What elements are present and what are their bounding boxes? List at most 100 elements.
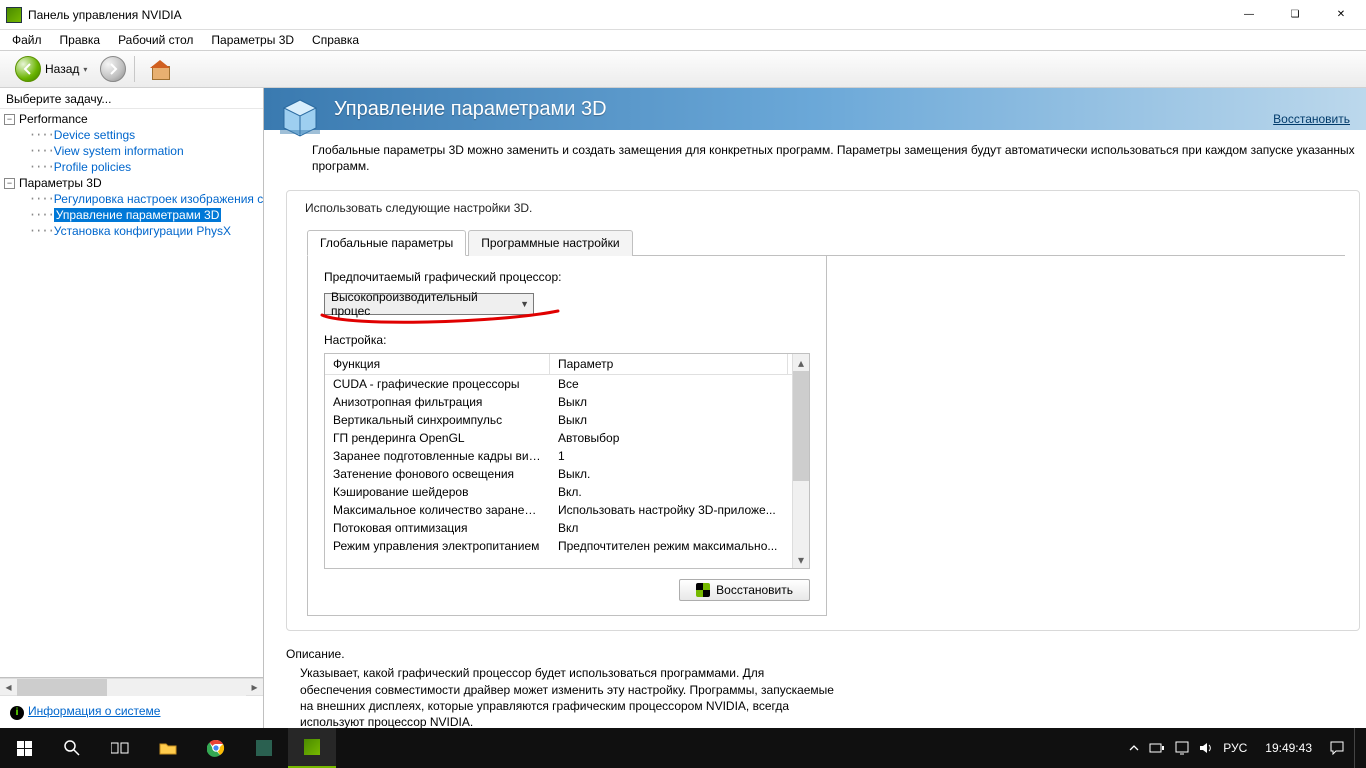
cell-function: Затенение фонового освещения	[325, 465, 550, 483]
scroll-up-icon[interactable]: ▴	[793, 354, 809, 371]
cell-parameter: Все	[550, 375, 788, 393]
nvidia-icon	[304, 739, 320, 755]
tab-global[interactable]: Глобальные параметры	[307, 230, 466, 256]
home-icon	[150, 60, 170, 78]
scroll-down-icon[interactable]: ▾	[793, 551, 809, 568]
taskview-icon	[111, 741, 129, 755]
settings-table: Функция Параметр CUDA - графические проц…	[324, 353, 810, 569]
close-button[interactable]: ✕	[1318, 0, 1364, 30]
table-row[interactable]: Кэширование шейдеровВкл.	[325, 483, 792, 501]
restore-defaults-link[interactable]: Восстановить	[1273, 112, 1350, 126]
back-label: Назад	[45, 62, 79, 76]
nav-tree[interactable]: − Performance ····Device settings ····Vi…	[0, 108, 263, 678]
settings-list-label: Настройка:	[324, 333, 810, 347]
task-label: Выберите задачу...	[0, 88, 263, 108]
tray-action-center[interactable]	[1330, 741, 1344, 755]
table-row[interactable]: Вертикальный синхроимпульсВыкл	[325, 411, 792, 429]
table-row[interactable]: CUDA - графические процессорыВсе	[325, 375, 792, 393]
tab-program[interactable]: Программные настройки	[468, 230, 632, 256]
scroll-thumb[interactable]	[793, 371, 809, 481]
maximize-button[interactable]: ❏	[1272, 0, 1318, 30]
tree-cat-performance[interactable]: − Performance	[2, 111, 263, 127]
col-parameter[interactable]: Параметр	[550, 354, 788, 374]
folder-icon	[159, 741, 177, 755]
taskbar-explorer[interactable]	[144, 728, 192, 768]
scroll-track[interactable]	[793, 371, 809, 551]
forward-button[interactable]	[100, 56, 126, 82]
taskbar-taskview[interactable]	[96, 728, 144, 768]
cell-parameter: Автовыбор	[550, 429, 788, 447]
col-function[interactable]: Функция	[325, 354, 550, 374]
tree-cat-params3d[interactable]: − Параметры 3D	[2, 175, 263, 191]
taskbar-chrome[interactable]	[192, 728, 240, 768]
nvidia-app-icon	[6, 7, 22, 23]
home-button[interactable]	[143, 57, 177, 81]
scroll-track[interactable]	[17, 679, 246, 696]
page-title: Управление параметрами 3D	[334, 98, 607, 121]
red-annotation	[324, 315, 810, 333]
system-info-link[interactable]: Информация о системе	[28, 704, 160, 718]
menu-params3d[interactable]: Параметры 3D	[203, 31, 302, 49]
tree-item-image-adjust[interactable]: ····Регулировка настроек изображения с п…	[2, 191, 263, 207]
tree-item-profile-policies[interactable]: ····Profile policies	[2, 159, 263, 175]
content-area: Управление параметрами 3D Восстановить Г…	[264, 88, 1366, 728]
description-block: Описание. Указывает, какой графический п…	[280, 641, 840, 728]
tree-item-view-sysinfo[interactable]: ····View system information	[2, 143, 263, 159]
menu-edit[interactable]: Правка	[52, 31, 109, 49]
window-title: Панель управления NVIDIA	[28, 8, 1226, 22]
menu-desktop[interactable]: Рабочий стол	[110, 31, 201, 49]
app-icon	[256, 740, 272, 756]
table-row[interactable]: Режим управления электропитаниемПредпочт…	[325, 537, 792, 555]
table-row[interactable]: Потоковая оптимизацияВкл	[325, 519, 792, 537]
tray-network-icon[interactable]	[1175, 741, 1189, 755]
back-button[interactable]: Назад ▾	[8, 53, 94, 85]
cell-function: Потоковая оптимизация	[325, 519, 550, 537]
tray-clock[interactable]: 19:49:43	[1257, 741, 1320, 755]
cell-function: Максимальное количество заранее по...	[325, 501, 550, 519]
cell-function: CUDA - графические процессоры	[325, 375, 550, 393]
taskbar-search[interactable]	[48, 728, 96, 768]
main-scroll[interactable]: Глобальные параметры 3D можно заменить и…	[264, 130, 1366, 728]
cell-function: Заранее подготовленные кадры вирту...	[325, 447, 550, 465]
tree-item-manage-3d[interactable]: ····Управление параметрами 3D	[2, 207, 263, 223]
restore-button[interactable]: Восстановить	[679, 579, 810, 601]
cell-parameter: Вкл.	[550, 483, 788, 501]
scroll-right-icon[interactable]: ▸	[246, 679, 263, 696]
table-row[interactable]: Затенение фонового освещенияВыкл.	[325, 465, 792, 483]
minimize-button[interactable]: —	[1226, 0, 1272, 30]
cell-parameter: 1	[550, 447, 788, 465]
show-desktop[interactable]	[1354, 728, 1360, 768]
tree-item-device-settings[interactable]: ····Device settings	[2, 127, 263, 143]
sidebar-footer: i Информация о системе	[0, 695, 263, 728]
scroll-thumb[interactable]	[17, 679, 107, 696]
taskbar-app-1[interactable]	[240, 728, 288, 768]
table-row[interactable]: Анизотропная фильтрацияВыкл	[325, 393, 792, 411]
tray-language[interactable]: РУС	[1223, 741, 1247, 755]
menu-file[interactable]: Файл	[4, 31, 50, 49]
start-button[interactable]	[0, 728, 48, 768]
tray-overflow[interactable]	[1129, 743, 1139, 753]
table-vscrollbar[interactable]: ▴ ▾	[792, 354, 809, 568]
table-row[interactable]: Максимальное количество заранее по...Исп…	[325, 501, 792, 519]
menu-help[interactable]: Справка	[304, 31, 367, 49]
tray-volume-icon[interactable]	[1199, 741, 1213, 755]
sidebar-hscrollbar[interactable]: ◂ ▸	[0, 678, 263, 695]
back-dropdown-icon: ▾	[83, 65, 87, 74]
collapse-icon[interactable]: −	[4, 114, 15, 125]
scroll-left-icon[interactable]: ◂	[0, 679, 17, 696]
taskbar-nvidia-cp[interactable]	[288, 728, 336, 768]
info-icon: i	[10, 706, 24, 720]
collapse-icon[interactable]: −	[4, 178, 15, 189]
chrome-icon	[207, 739, 225, 757]
settings-group: Использовать следующие настройки 3D. Гло…	[286, 190, 1360, 631]
menubar: Файл Правка Рабочий стол Параметры 3D Сп…	[0, 30, 1366, 50]
table-row[interactable]: Заранее подготовленные кадры вирту...1	[325, 447, 792, 465]
cell-parameter: Использовать настройку 3D-приложе...	[550, 501, 788, 519]
tree-item-physx[interactable]: ····Установка конфигурации PhysX	[2, 223, 263, 239]
page-header: Управление параметрами 3D Восстановить	[264, 88, 1366, 130]
description-title: Описание.	[286, 647, 834, 661]
table-row[interactable]: ГП рендеринга OpenGLАвтовыбор	[325, 429, 792, 447]
tray-power-icon[interactable]	[1149, 742, 1165, 754]
system-tray: РУС 19:49:43	[1129, 728, 1366, 768]
cell-function: Кэширование шейдеров	[325, 483, 550, 501]
